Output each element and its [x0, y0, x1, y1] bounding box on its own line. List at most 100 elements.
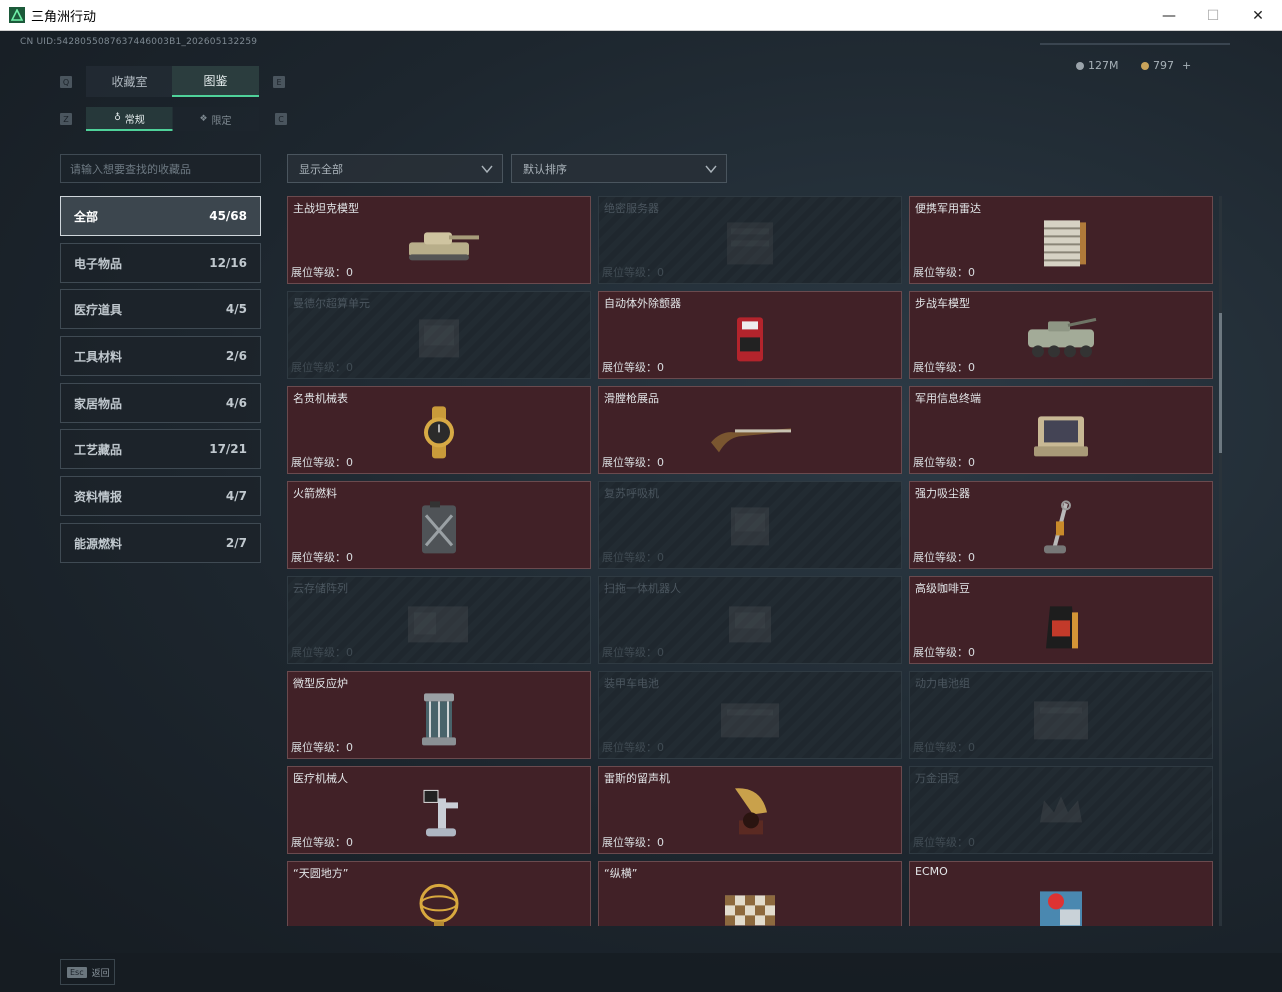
back-label: 返回 [91, 968, 110, 979]
level-value: 0 [968, 836, 975, 849]
search-input[interactable]: 请输入想要查找的收藏品 [60, 154, 261, 183]
item-name: 医疗机械人 [293, 772, 348, 785]
level-value: 0 [657, 646, 664, 659]
gramophone-icon [735, 788, 767, 835]
filter-dropdown[interactable]: 显示全部 [287, 154, 503, 183]
collection-card[interactable]: 高级咖啡豆 展位等级：0 [909, 576, 1213, 664]
collection-card[interactable]: 曼德尔超算单元 展位等级：0 [287, 291, 591, 379]
category-label: 家居物品 [74, 396, 123, 411]
back-button[interactable]: Esc 返回 [60, 959, 115, 985]
category-label: 资料情报 [74, 489, 123, 504]
level-value: 0 [968, 551, 975, 564]
tab-regular[interactable]: ♁ 常规 [86, 107, 173, 131]
collection-card[interactable]: 强力吸尘器 展位等级：0 [909, 481, 1213, 569]
level-value: 0 [346, 836, 353, 849]
level-value: 0 [346, 646, 353, 659]
collection-card[interactable]: “天圆地方” [287, 861, 591, 926]
collection-card[interactable]: 动力电池组 展位等级：0 [909, 671, 1213, 759]
category-intel[interactable]: 资料情报 4/7 [60, 476, 261, 516]
item-name: 高级咖啡豆 [915, 582, 970, 595]
category-electronics[interactable]: 电子物品 12/16 [60, 243, 261, 283]
category-household[interactable]: 家居物品 4/6 [60, 383, 261, 423]
musket-icon [711, 428, 791, 453]
category-count: 17/21 [209, 442, 247, 456]
category-tools[interactable]: 工具材料 2/6 [60, 336, 261, 376]
storage-array-icon [408, 606, 468, 643]
level-value: 0 [968, 646, 975, 659]
collection-card[interactable]: 微型反应炉 展位等级：0 [287, 671, 591, 759]
level-label: 展位等级： [913, 361, 968, 374]
collection-card[interactable]: 扫拖一体机器人 展位等级：0 [598, 576, 902, 664]
level-value: 0 [657, 741, 664, 754]
chevron-down-icon [481, 165, 493, 174]
item-name: 名贵机械表 [293, 392, 348, 405]
level-value: 0 [968, 266, 975, 279]
level-value: 0 [346, 456, 353, 469]
footer-bar [0, 953, 1282, 992]
level-label: 展位等级： [602, 361, 657, 374]
level-label: 展位等级： [913, 456, 968, 469]
collection-card[interactable]: 名贵机械表 展位等级：0 [287, 386, 591, 474]
item-level: 展位等级：0 [602, 739, 664, 755]
collection-card[interactable]: 雷斯的留声机 展位等级：0 [598, 766, 902, 854]
category-energy[interactable]: 能源燃料 2/7 [60, 523, 261, 563]
collection-card[interactable]: 滑膛枪展品 展位等级：0 [598, 386, 902, 474]
collection-card[interactable]: ECMO [909, 861, 1213, 926]
collection-card[interactable]: 医疗机械人 展位等级：0 [287, 766, 591, 854]
level-label: 展位等级： [913, 741, 968, 754]
item-name: 雷斯的留声机 [604, 772, 670, 785]
level-value: 0 [346, 361, 353, 374]
watch-icon [424, 406, 454, 459]
collection-card[interactable]: “纵横” [598, 861, 902, 926]
category-label: 能源燃料 [74, 536, 123, 551]
tab-collection-room[interactable]: 收藏室 [86, 66, 173, 97]
level-label: 展位等级： [602, 456, 657, 469]
category-count: 45/68 [209, 209, 247, 223]
close-button[interactable]: ✕ [1235, 0, 1281, 31]
collection-card[interactable]: 火箭燃料 展位等级：0 [287, 481, 591, 569]
item-name: 军用信息终端 [915, 392, 981, 405]
maximize-button[interactable]: ☐ [1190, 0, 1236, 31]
key-hint-c: C [275, 113, 287, 125]
item-level: 展位等级：0 [602, 359, 664, 375]
collection-card[interactable]: 军用信息终端 展位等级：0 [909, 386, 1213, 474]
item-level: 展位等级：0 [602, 549, 664, 565]
collection-card[interactable]: 主战坦克模型 展位等级：0 [287, 196, 591, 284]
item-level: 展位等级：0 [913, 549, 975, 565]
collection-card[interactable]: 便携军用雷达 展位等级：0 [909, 196, 1213, 284]
level-value: 0 [657, 836, 664, 849]
category-count: 4/7 [225, 489, 247, 503]
tab-limited[interactable]: ❖ 限定 [172, 107, 259, 131]
tab-codex[interactable]: 图鉴 [172, 66, 259, 97]
category-label: 工艺藏品 [74, 442, 123, 457]
item-level: 展位等级：0 [602, 454, 664, 470]
item-name: “纵横” [604, 867, 638, 880]
sort-dropdown[interactable]: 默认排序 [511, 154, 727, 183]
item-name: 装甲车电池 [604, 677, 659, 690]
server-icon [727, 222, 773, 265]
minimize-button[interactable]: — [1146, 0, 1192, 31]
computer-unit-icon [419, 319, 459, 358]
collection-card[interactable]: 装甲车电池展位等级：0 [598, 671, 902, 759]
ifv-icon [1028, 317, 1097, 358]
grid-scrollbar[interactable] [1219, 196, 1222, 926]
category-medical[interactable]: 医疗道具 4/5 [60, 289, 261, 329]
collection-card[interactable]: 绝密服务器 展位等级：0 [598, 196, 902, 284]
level-label: 展位等级： [913, 836, 968, 849]
level-label: 展位等级： [602, 836, 657, 849]
category-crafts[interactable]: 工艺藏品 17/21 [60, 429, 261, 469]
item-name: 云存储阵列 [293, 582, 348, 595]
collection-card[interactable]: 云存储阵列 展位等级：0 [287, 576, 591, 664]
category-count: 2/6 [225, 349, 247, 363]
category-all[interactable]: 全部 45/68 [60, 196, 261, 236]
collection-card[interactable]: 自动体外除颤器 展位等级：0 [598, 291, 902, 379]
tab-limited-label: 限定 [211, 115, 232, 127]
collection-card[interactable]: 复苏呼吸机 展位等级：0 [598, 481, 902, 569]
currency-b: 797 + [1141, 59, 1191, 72]
scrollbar-thumb[interactable] [1219, 313, 1222, 453]
add-currency-button[interactable]: + [1182, 59, 1191, 72]
collection-card[interactable]: 万金泪冠 展位等级：0 [909, 766, 1213, 854]
item-level: 展位等级：0 [602, 834, 664, 850]
collection-card[interactable]: 步战车模型 展位等级：0 [909, 291, 1213, 379]
item-level: 展位等级：0 [291, 739, 353, 755]
